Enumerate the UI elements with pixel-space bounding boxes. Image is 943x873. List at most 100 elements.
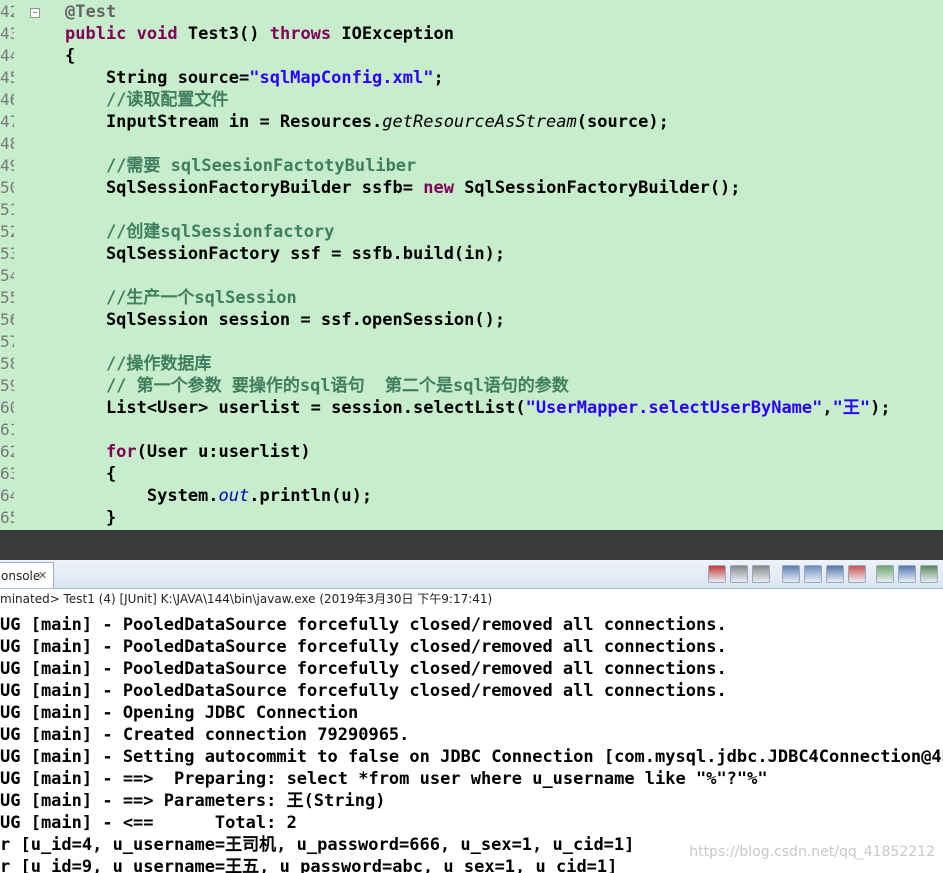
line-number: 59 <box>0 376 14 395</box>
code-line[interactable]: 52 //创建sqlSessionfactory <box>0 221 943 243</box>
code-line[interactable]: 60 List<User> userlist = session.selectL… <box>0 397 943 419</box>
terminate-icon[interactable] <box>708 565 726 583</box>
code-line[interactable]: 62 for(User u:userlist) <box>0 441 943 463</box>
console-toolbar <box>708 565 943 583</box>
console-output[interactable]: UG [main] - PooledDataSource forcefully … <box>0 611 943 873</box>
code-line[interactable]: 63 { <box>0 463 943 485</box>
console-output-line: UG [main] - PooledDataSource forcefully … <box>0 615 727 635</box>
code-line[interactable]: 43 public void Test3() throws IOException <box>0 23 943 45</box>
line-number: 65 <box>0 508 14 527</box>
code-line[interactable]: 42 − @Test <box>0 1 943 23</box>
line-text: //创建sqlSessionfactory <box>65 222 335 242</box>
fold-toggle-icon[interactable]: − <box>30 8 40 18</box>
remove-all-icon[interactable] <box>752 565 770 583</box>
close-icon[interactable]: ✕ <box>38 563 47 589</box>
line-number: 43 <box>0 24 14 43</box>
line-number: 44 <box>0 46 14 65</box>
line-number: 50 <box>0 178 14 197</box>
console-output-line: UG [main] - ==> Preparing: select *from … <box>0 769 768 789</box>
line-number: 46 <box>0 90 14 109</box>
code-line[interactable]: 44 { <box>0 45 943 67</box>
tab-console[interactable]: onsole ✕ <box>0 562 54 588</box>
code-line[interactable]: 58 //操作数据库 <box>0 353 943 375</box>
line-text: SqlSession session = ssf.openSession(); <box>65 310 506 330</box>
line-text: { <box>65 464 117 484</box>
console-launch-description: minated> Test1 (4) [JUnit] K:\JAVA\144\b… <box>0 589 943 609</box>
line-text: List<User> userlist = session.selectList… <box>65 398 891 418</box>
code-line[interactable]: 61 <box>0 419 943 441</box>
console-tab-bar: onsole ✕ <box>0 560 943 589</box>
line-number: 57 <box>0 332 14 351</box>
console-output-line: UG [main] - Created connection 79290965. <box>0 725 410 745</box>
console-output-line: r [u_id=9, u_username=王五, u_password=abc… <box>0 857 618 873</box>
code-line[interactable]: 56 SqlSession session = ssf.openSession(… <box>0 309 943 331</box>
line-text: // 第一个参数 要操作的sql语句 第二个是sql语句的参数 <box>65 376 569 396</box>
show-stdout-icon[interactable] <box>826 565 844 583</box>
watermark: https://blog.csdn.net/qq_41852212 <box>689 844 935 860</box>
line-text: { <box>65 46 76 66</box>
editor-horizontal-scrollbar[interactable] <box>0 530 943 560</box>
code-line[interactable]: 48 <box>0 133 943 155</box>
code-line[interactable]: 47 InputStream in = Resources.getResourc… <box>0 111 943 133</box>
code-editor[interactable]: 42 − @Test 43 public void Test3() throws IOE… <box>0 0 943 530</box>
line-number: 42 <box>0 2 14 21</box>
code-line[interactable]: 50 SqlSessionFactoryBuilder ssfb= new Sq… <box>0 177 943 199</box>
console-output-line: UG [main] - ==> Parameters: 王(String) <box>0 791 386 811</box>
line-number: 62 <box>0 442 14 461</box>
line-number: 58 <box>0 354 14 373</box>
line-text: } <box>65 508 117 528</box>
line-text: System.out.println(u); <box>65 486 373 506</box>
tab-console-label: onsole <box>1 569 41 583</box>
code-line[interactable]: 55 //生产一个sqlSession <box>0 287 943 309</box>
line-number: 47 <box>0 112 14 131</box>
display-console-icon[interactable] <box>898 565 916 583</box>
console-output-line: UG [main] - PooledDataSource forcefully … <box>0 659 727 679</box>
line-number: 45 <box>0 68 14 87</box>
line-text: for(User u:userlist) <box>65 442 311 462</box>
line-text: InputStream in = Resources.getResourceAs… <box>65 112 669 132</box>
code-line[interactable]: 53 SqlSessionFactory ssf = ssfb.build(in… <box>0 243 943 265</box>
line-text: //需要 sqlSeesionFactotyBuliber <box>65 156 417 176</box>
line-text: //读取配置文件 <box>65 90 229 110</box>
code-line[interactable]: 54 <box>0 265 943 287</box>
code-line[interactable]: 45 String source="sqlMapConfig.xml"; <box>0 67 943 89</box>
line-text: public void Test3() throws IOException <box>65 24 454 44</box>
line-number: 61 <box>0 420 14 439</box>
console-output-line: r [u_id=4, u_username=王司机, u_password=66… <box>0 835 635 855</box>
line-number: 63 <box>0 464 14 483</box>
line-number: 52 <box>0 222 14 241</box>
word-wrap-icon[interactable] <box>804 565 822 583</box>
line-number: 56 <box>0 310 14 329</box>
line-number: 55 <box>0 288 14 307</box>
line-text: String source="sqlMapConfig.xml"; <box>65 68 444 88</box>
pin-console-icon[interactable] <box>876 565 894 583</box>
line-number: 48 <box>0 134 14 153</box>
code-line[interactable]: 57 <box>0 331 943 353</box>
code-line[interactable]: 59 // 第一个参数 要操作的sql语句 第二个是sql语句的参数 <box>0 375 943 397</box>
console-output-line: UG [main] - <== Total: 2 <box>0 813 297 833</box>
line-text: SqlSessionFactory ssf = ssfb.build(in); <box>65 244 506 264</box>
console-output-line: UG [main] - Opening JDBC Connection <box>0 703 359 723</box>
line-text: @Test <box>65 2 117 22</box>
scroll-lock-icon[interactable] <box>782 565 800 583</box>
line-number: 53 <box>0 244 14 263</box>
line-number: 51 <box>0 200 14 219</box>
remove-launch-icon[interactable] <box>730 565 748 583</box>
line-text: SqlSessionFactoryBuilder ssfb= new SqlSe… <box>65 178 741 198</box>
console-output-line: UG [main] - PooledDataSource forcefully … <box>0 637 727 657</box>
code-line[interactable]: 65 } <box>0 507 943 529</box>
console-output-line: UG [main] - PooledDataSource forcefully … <box>0 681 727 701</box>
code-line[interactable]: 64 System.out.println(u); <box>0 485 943 507</box>
line-number: 49 <box>0 156 14 175</box>
show-stderr-icon[interactable] <box>848 565 866 583</box>
line-text: //生产一个sqlSession <box>65 288 297 308</box>
line-number: 60 <box>0 398 14 417</box>
code-line[interactable]: 49 //需要 sqlSeesionFactotyBuliber <box>0 155 943 177</box>
console-output-line: UG [main] - Setting autocommit to false … <box>0 747 943 767</box>
line-number: 64 <box>0 486 14 505</box>
code-line[interactable]: 51 <box>0 199 943 221</box>
line-number: 54 <box>0 266 14 285</box>
code-line[interactable]: 46 //读取配置文件 <box>0 89 943 111</box>
open-console-icon[interactable] <box>920 565 938 583</box>
line-text: //操作数据库 <box>65 354 212 374</box>
